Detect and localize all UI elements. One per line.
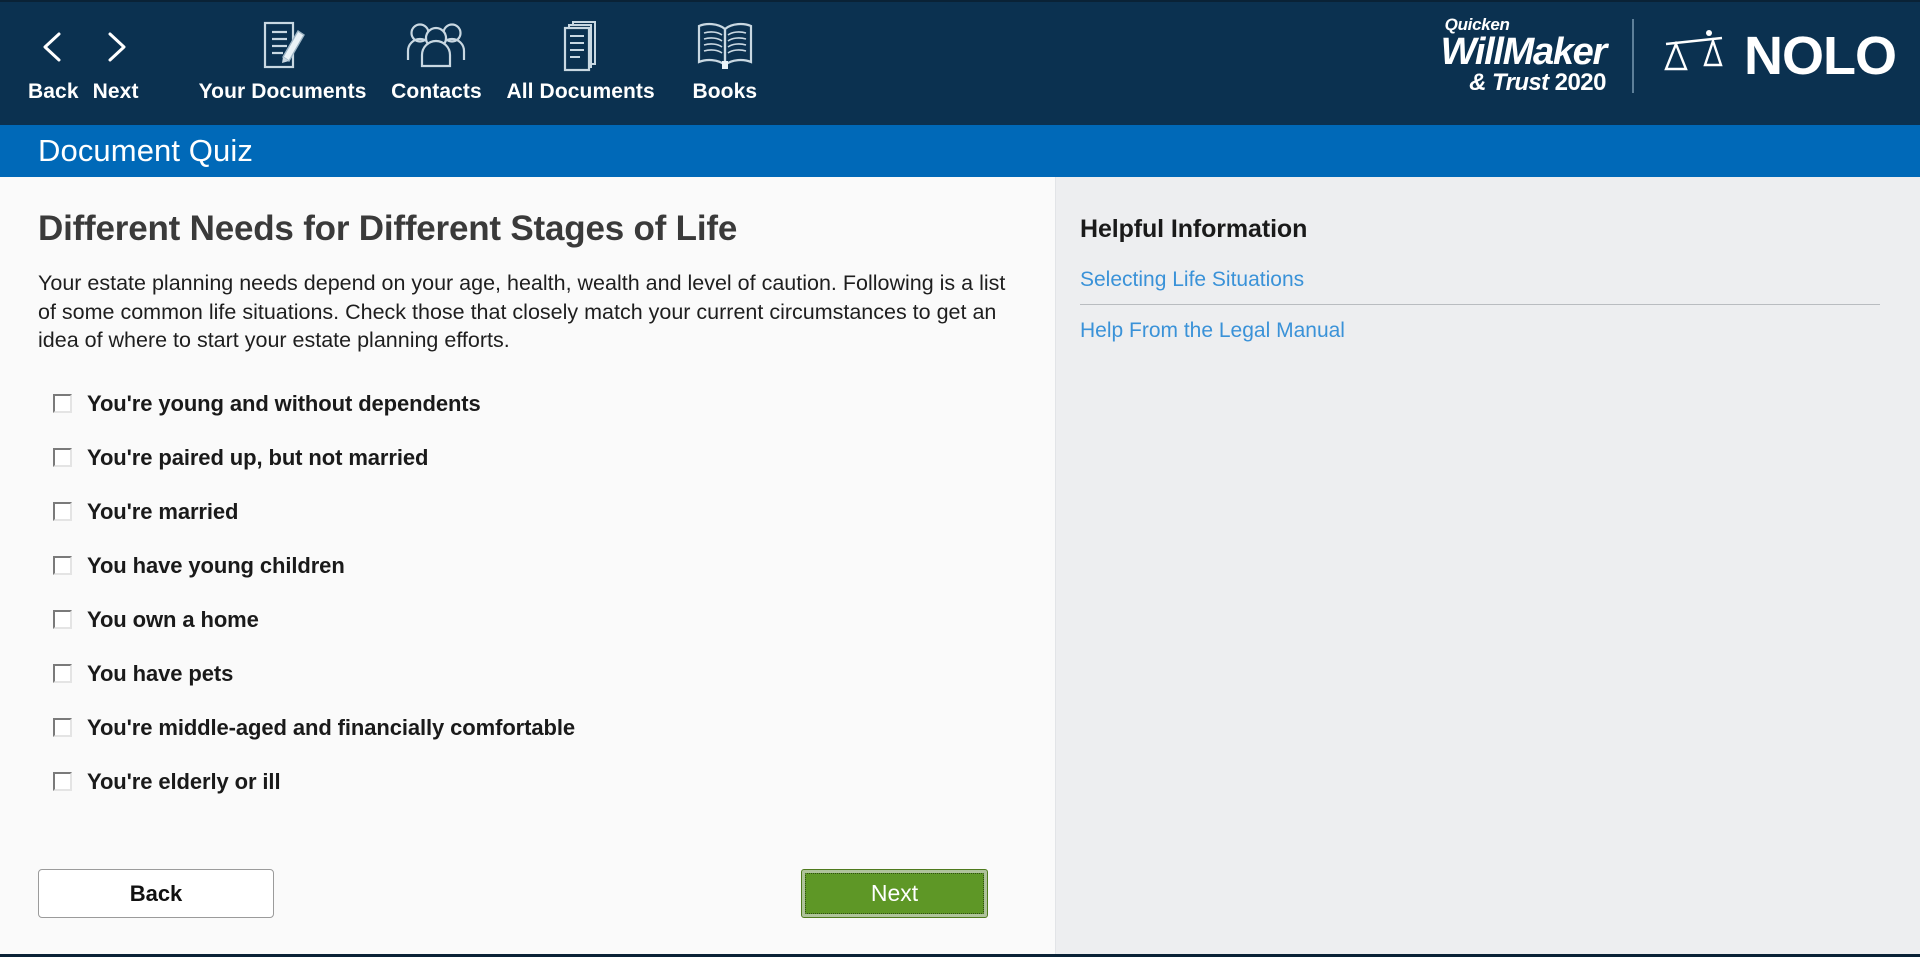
form-actions: Back Next: [38, 869, 1017, 918]
checkbox-input[interactable]: [53, 556, 72, 575]
help-link-legal-manual[interactable]: Help From the Legal Manual: [1080, 317, 1880, 355]
top-toolbar: Back Next Your Documents: [0, 0, 1920, 125]
toolbar-your-documents-label: Your Documents: [199, 80, 367, 104]
trust-text: & Trust: [1469, 69, 1554, 96]
page-title: Document Quiz: [38, 133, 253, 169]
toolbar-books-label: Books: [692, 80, 757, 104]
help-links-divider: [1080, 304, 1880, 305]
documents-stack-icon: [551, 16, 611, 78]
checkbox-input[interactable]: [53, 718, 72, 737]
checkbox-row[interactable]: You're middle-aged and financially comfo…: [38, 701, 1017, 755]
trust-year-wordmark: & Trust 2020: [1469, 71, 1606, 95]
nolo-logo: NOLO: [1658, 24, 1896, 87]
checkbox-row[interactable]: You're elderly or ill: [38, 755, 1017, 809]
toolbar-next-label: Next: [93, 80, 139, 104]
page-body: Different Needs for Different Stages of …: [0, 177, 1920, 954]
toolbar-back-button[interactable]: Back: [22, 2, 85, 104]
content-heading: Different Needs for Different Stages of …: [38, 209, 1017, 249]
people-group-icon: [403, 16, 469, 78]
life-situations-checklist: You're young and without dependents You'…: [38, 377, 1017, 809]
page-titlebar: Document Quiz: [0, 125, 1920, 177]
checkbox-row[interactable]: You own a home: [38, 593, 1017, 647]
checkbox-label: You're paired up, but not married: [87, 445, 428, 471]
checkbox-label: You're middle-aged and financially comfo…: [87, 715, 575, 741]
next-button[interactable]: Next: [805, 873, 984, 914]
checkbox-label: You own a home: [87, 607, 259, 633]
toolbar-items: Back Next Your Documents: [0, 2, 785, 104]
checkbox-label: You're married: [87, 499, 238, 525]
toolbar-all-documents-label: All Documents: [506, 80, 654, 104]
checkbox-input[interactable]: [53, 772, 72, 791]
brand-divider: [1632, 19, 1634, 93]
toolbar-next-button[interactable]: Next: [85, 2, 147, 104]
checkbox-row[interactable]: You're married: [38, 485, 1017, 539]
nolo-wordmark: NOLO: [1744, 29, 1896, 83]
checkbox-input[interactable]: [53, 502, 72, 521]
checkbox-label: You're young and without dependents: [87, 391, 481, 417]
willmaker-logo: Quicken WillMaker & Trust 2020: [1441, 16, 1632, 95]
checkbox-input[interactable]: [53, 610, 72, 629]
open-book-icon: [692, 16, 758, 78]
toolbar-back-label: Back: [28, 80, 79, 104]
help-link-selecting-life-situations[interactable]: Selecting Life Situations: [1080, 266, 1880, 304]
toolbar-contacts-label: Contacts: [391, 80, 482, 104]
next-button-focus-ring: Next: [801, 869, 988, 918]
document-pencil-icon: [253, 16, 313, 78]
chevron-left-icon: [38, 16, 68, 78]
year-text: 2020: [1555, 69, 1606, 96]
toolbar-all-documents-button[interactable]: All Documents: [496, 2, 664, 104]
checkbox-label: You're elderly or ill: [87, 769, 280, 795]
checkbox-row[interactable]: You have young children: [38, 539, 1017, 593]
checkbox-label: You have young children: [87, 553, 345, 579]
checkbox-row[interactable]: You're young and without dependents: [38, 377, 1017, 431]
checkbox-label: You have pets: [87, 661, 233, 687]
checkbox-row[interactable]: You're paired up, but not married: [38, 431, 1017, 485]
chevron-right-icon: [101, 16, 131, 78]
checkbox-row[interactable]: You have pets: [38, 647, 1017, 701]
helpful-information-panel: Helpful Information Selecting Life Situa…: [1056, 177, 1920, 954]
toolbar-contacts-button[interactable]: Contacts: [376, 2, 496, 104]
checkbox-input[interactable]: [53, 448, 72, 467]
content-intro-text: Your estate planning needs depend on you…: [38, 269, 1017, 355]
willmaker-wordmark: WillMaker: [1441, 34, 1606, 70]
checkbox-input[interactable]: [53, 394, 72, 413]
back-button[interactable]: Back: [38, 869, 274, 918]
scales-of-justice-icon: [1658, 24, 1730, 87]
toolbar-your-documents-button[interactable]: Your Documents: [189, 2, 377, 104]
checkbox-input[interactable]: [53, 664, 72, 683]
brand-logos: Quicken WillMaker & Trust 2020 NOLO: [1441, 16, 1896, 95]
main-content: Different Needs for Different Stages of …: [0, 177, 1056, 954]
toolbar-books-button[interactable]: Books: [665, 2, 785, 104]
helpful-information-heading: Helpful Information: [1080, 215, 1880, 244]
